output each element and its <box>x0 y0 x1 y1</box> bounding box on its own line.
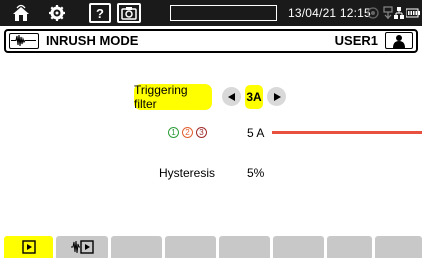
tab-empty-4[interactable] <box>165 236 216 258</box>
status-bar: ? 13/04/21 12:15 <box>0 0 422 26</box>
threshold-color-line <box>272 131 422 134</box>
hysteresis-value[interactable]: 5% <box>247 166 264 180</box>
threshold-value[interactable]: 5 A <box>247 126 264 140</box>
phase-3-indicator: 3 <box>196 127 207 138</box>
datetime: 13/04/21 12:15 <box>288 6 371 20</box>
camera-icon[interactable] <box>117 3 141 23</box>
triggering-filter-value[interactable]: 3A <box>245 85 263 109</box>
arrow-right-icon <box>273 92 281 101</box>
usb-icon <box>382 5 394 21</box>
tab-empty-8[interactable] <box>375 236 422 258</box>
phase-1-indicator: 1 <box>168 127 179 138</box>
hysteresis-label: Hysteresis <box>159 166 216 180</box>
network-icon <box>394 5 404 21</box>
user-label: USER1 <box>334 33 378 48</box>
triggering-filter-label[interactable]: Triggering filter <box>134 83 212 111</box>
tab-start[interactable] <box>4 236 53 258</box>
filter-next-button[interactable] <box>267 87 286 106</box>
inrush-waveform-icon <box>9 33 39 49</box>
start-icon <box>21 240 36 254</box>
title-bar: INRUSH MODE USER1 <box>4 29 418 53</box>
home-wifi-icon[interactable] <box>8 3 34 23</box>
battery-icon <box>406 5 420 21</box>
tab-empty-3[interactable] <box>111 236 162 258</box>
arrow-left-icon <box>227 92 235 101</box>
tab-empty-5[interactable] <box>219 236 270 258</box>
phase-2-indicator: 2 <box>182 127 193 138</box>
progress-bar <box>170 5 277 21</box>
tab-empty-6[interactable] <box>273 236 324 258</box>
mode-title: INRUSH MODE <box>46 33 139 48</box>
triggered-start-icon <box>71 240 94 254</box>
help-icon[interactable]: ? <box>89 3 111 23</box>
settings-icon[interactable] <box>46 3 68 23</box>
filter-previous-button[interactable] <box>222 87 241 106</box>
tab-empty-7[interactable] <box>327 236 372 258</box>
user-icon[interactable] <box>385 32 413 49</box>
record-icon <box>367 5 379 21</box>
tab-triggered-start[interactable] <box>56 236 108 258</box>
